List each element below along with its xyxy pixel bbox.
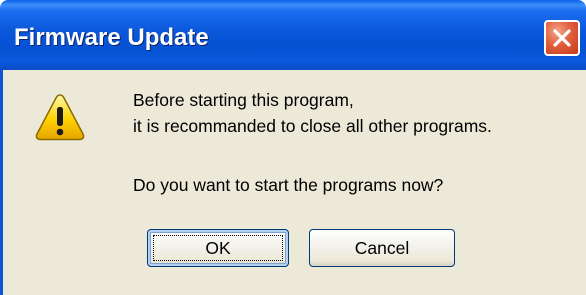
warning-icon bbox=[35, 94, 85, 141]
message-line-2: it is recommanded to close all other pro… bbox=[133, 116, 492, 136]
firmware-update-dialog: Firmware Update Before starting this pro… bbox=[0, 0, 586, 295]
ok-button-label: OK bbox=[205, 237, 231, 258]
cancel-button[interactable]: Cancel bbox=[309, 229, 455, 267]
message-line-1: Before starting this program, bbox=[133, 90, 354, 110]
close-button[interactable] bbox=[544, 20, 580, 56]
title-bar[interactable]: Firmware Update bbox=[0, 0, 586, 70]
close-icon bbox=[553, 29, 571, 47]
question-text: Do you want to start the programs now? bbox=[133, 175, 444, 195]
ok-button[interactable]: OK bbox=[147, 229, 289, 267]
dialog-body: Before starting this program, it is reco… bbox=[0, 70, 586, 295]
window-title: Firmware Update bbox=[14, 24, 209, 51]
cancel-button-label: Cancel bbox=[354, 237, 410, 258]
